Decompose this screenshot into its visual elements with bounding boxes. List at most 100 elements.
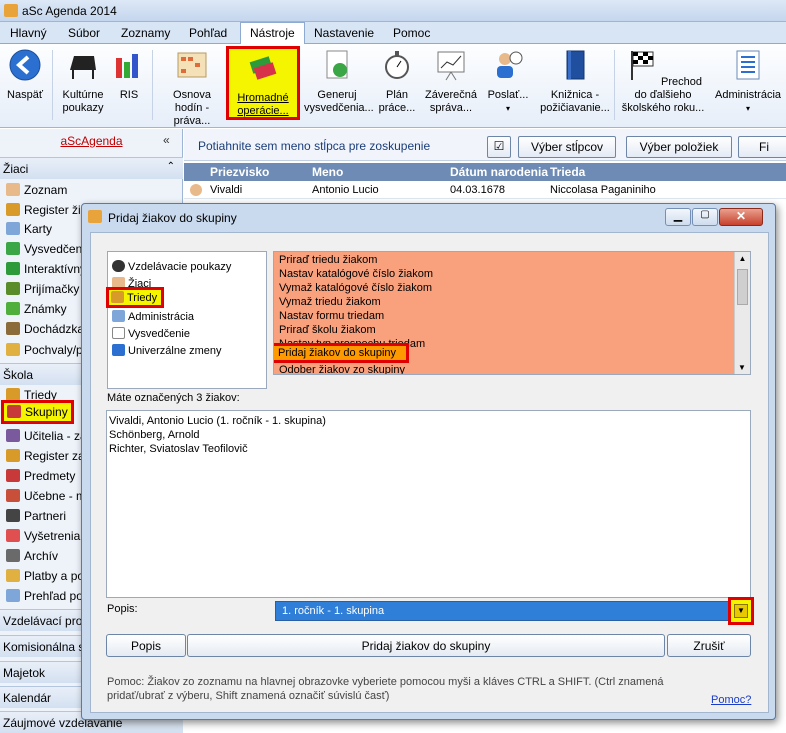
list-item[interactable]: Priraď školu žiakom [279, 324, 376, 336]
generate-certificates-button[interactable]: Generuj vysvedčenia... [304, 48, 374, 115]
dialog-body: Vzdelávacie poukazy Žiaci Triedy Adminis… [90, 232, 769, 713]
nav-vysvedcenie[interactable]: Vysvedčeni [6, 242, 85, 256]
section-students[interactable]: Žiaci ⌃ [0, 157, 183, 179]
select-columns-button[interactable]: Výber stĺpcov [518, 136, 616, 158]
brand-link[interactable]: aScAgenda [0, 129, 183, 151]
nav-register-students[interactable]: Register žia [6, 203, 87, 217]
select-items-button[interactable]: Výber položiek [626, 136, 732, 158]
list-item[interactable]: Odober žiakov zo skupiny [279, 364, 405, 374]
ribbon: Naspäť Kultúrne poukazy RIS Osnova hodín… [0, 44, 786, 139]
dropdown-button[interactable]: ▼ [728, 597, 754, 625]
add-students-button[interactable]: Pridaj žiakov do skupiny [187, 634, 665, 657]
menu-zoznamy[interactable]: Zoznamy [121, 26, 170, 40]
list-item[interactable]: Nastav formu triedam [279, 310, 384, 322]
chart-board-icon [437, 51, 465, 81]
nav-znamky[interactable]: Známky [6, 302, 67, 316]
final-report-button[interactable]: Záverečná správa... [422, 48, 480, 115]
menu-nastroje[interactable]: Nástroje [240, 22, 305, 45]
nav-register-teachers[interactable]: Register za [6, 449, 85, 463]
dialog-logo-icon [88, 210, 102, 223]
tree-certificate[interactable]: Vysvedčenie [112, 327, 190, 340]
book-icon [566, 50, 585, 80]
bar-chart-icon [116, 54, 138, 78]
nav-dochadzka[interactable]: Dochádzka [6, 322, 84, 336]
col-trieda[interactable]: Trieda [550, 165, 585, 179]
chevron-down-icon: ▼ [734, 604, 748, 618]
nav-interaktivny[interactable]: Interaktívny [6, 262, 86, 276]
col-priezvisko[interactable]: Priezvisko [210, 165, 269, 179]
syllabus-button[interactable]: Osnova hodín - práva... ▾ [158, 48, 226, 141]
vouchers-button[interactable]: Kultúrne poukazy [58, 48, 108, 115]
col-datum[interactable]: Dátum narodenia [450, 165, 548, 179]
work-plan-button[interactable]: Plán práce... [372, 48, 422, 115]
maximize-icon[interactable]: ▢ [692, 208, 718, 226]
nav-skupiny[interactable]: Skupiny [1, 400, 74, 424]
student-icon [190, 184, 202, 196]
menu-hlavny[interactable]: Hlavný [10, 26, 47, 40]
popis-button[interactable]: Popis [106, 634, 186, 657]
nav-platby[interactable]: Platby a po [6, 569, 84, 583]
list-item[interactable]: Priraď triedu žiakom [279, 254, 377, 266]
menu-nastavenie[interactable]: Nastavenie [314, 26, 374, 40]
list-item-selected[interactable]: Pridaj žiakov do skupiny [274, 343, 409, 363]
checkbox-toggle-button[interactable]: ☑ [487, 136, 511, 158]
nav-pochvaly[interactable]: Pochvaly/po [6, 343, 89, 357]
collapse-panel-icon[interactable]: « [163, 133, 170, 147]
stopwatch-icon [385, 51, 409, 79]
piano-icon [70, 56, 96, 79]
list-document-icon [736, 50, 760, 80]
list-item[interactable]: Nastav katalógové číslo žiakom [279, 268, 433, 280]
help-link[interactable]: Pomoc? [711, 694, 751, 706]
list-item[interactable]: Vymaž triedu žiakom [279, 296, 381, 308]
group-hint: Potiahnite sem meno stĺpca pre zoskupeni… [198, 139, 431, 153]
tree-vouchers[interactable]: Vzdelávacie poukazy [112, 260, 231, 273]
calendar-grid-icon [177, 52, 207, 78]
nav-prehlad[interactable]: Prehľad po [6, 589, 83, 603]
scrollbar[interactable]: ▲ ▼ [734, 252, 750, 374]
library-button[interactable]: Knižnica - požičiavanie... [540, 48, 610, 115]
nav-archiv[interactable]: Archív [6, 549, 58, 563]
category-tree: Vzdelávacie poukazy Žiaci Triedy Adminis… [106, 251, 267, 389]
bulk-operations-button[interactable]: Hromadné operácie... [226, 46, 300, 120]
menu-pomoc[interactable]: Pomoc [393, 26, 430, 40]
dialog-title: Pridaj žiakov do skupiny [108, 211, 237, 225]
marked-students-label: Máte označených 3 žiakov: [107, 392, 240, 404]
nav-ucebne[interactable]: Učebne - m [6, 489, 86, 503]
minimize-icon[interactable]: ▁ [665, 208, 691, 226]
app-title: aSc Agenda 2014 [22, 4, 117, 18]
close-icon[interactable]: ✕ [719, 208, 763, 226]
filter-button[interactable]: Fi [738, 136, 786, 158]
checkered-flag-icon [630, 51, 654, 80]
dialog-titlebar: Pridaj žiakov do skupiny ▁ ▢ ✕ [82, 204, 775, 232]
col-meno[interactable]: Meno [312, 165, 343, 179]
grid-header: Priezvisko Meno Dátum narodenia Trieda [184, 163, 786, 181]
tree-classes[interactable]: Triedy [106, 287, 165, 308]
nav-ucitelia[interactable]: Učitelia - za [6, 429, 87, 443]
nav-prijimacky[interactable]: Prijímačky [6, 282, 79, 296]
group-select[interactable]: 1. ročník - 1. skupina [275, 601, 751, 621]
back-button[interactable]: Naspäť [4, 48, 46, 102]
tree-administration[interactable]: Administrácia [112, 310, 194, 323]
marked-students-textarea[interactable]: Vivaldi, Antonio Lucio (1. ročník - 1. s… [106, 410, 751, 598]
menu-subor[interactable]: Súbor [68, 26, 100, 40]
operations-list: Priraď triedu žiakom Nastav katalógové č… [273, 251, 751, 375]
cancel-button[interactable]: Zrušiť [667, 634, 751, 657]
nav-vysetrenia[interactable]: Vyšetrenia [6, 529, 80, 543]
nav-predmety[interactable]: Predmety [6, 469, 75, 483]
administration-button[interactable]: Administrácia ▾ [712, 48, 784, 115]
app-logo-icon [4, 4, 18, 17]
send-button[interactable]: Poslať... ▾ [480, 48, 536, 115]
tree-universal-changes[interactable]: Univerzálne zmeny [112, 344, 222, 357]
app-titlebar: aSc Agenda 2014 [0, 0, 786, 22]
menu-bar: Hlavný Súbor Zoznamy Pohľad Nástroje Nas… [0, 22, 786, 45]
list-item[interactable]: Vymaž katalógové číslo žiakom [279, 282, 432, 294]
table-row[interactable]: Vivaldi Antonio Lucio 04.03.1678 Niccola… [184, 181, 786, 199]
nav-partneri[interactable]: Partneri [6, 509, 66, 523]
stacked-books-icon [249, 56, 277, 80]
nav-zoznam[interactable]: Zoznam [6, 183, 67, 197]
menu-pohlad[interactable]: Pohľad [189, 26, 227, 40]
popis-label: Popis: [107, 603, 138, 615]
next-school-year-button[interactable]: Prechod do ďalšieho školského roku... [618, 48, 708, 115]
nav-karty[interactable]: Karty [6, 222, 52, 236]
ris-button[interactable]: RIS [112, 48, 146, 102]
